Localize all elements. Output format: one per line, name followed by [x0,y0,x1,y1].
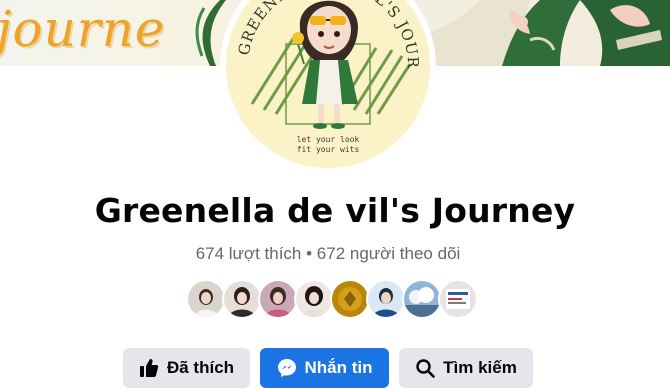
friend-avatar[interactable] [438,279,478,319]
cover-illustration [410,0,670,66]
avatar-tagline-2: fit your wits [297,145,360,154]
message-button[interactable]: Nhắn tin [260,348,389,388]
profile-avatar[interactable]: GREENELLA DE VIL'S JOURNEY let your look… [220,0,436,174]
avatar-tagline-1: let your look [297,135,360,144]
search-button[interactable]: Tìm kiếm [399,348,533,388]
page-title: Greenella de vil's Journey [94,191,576,230]
avatar-image: GREENELLA DE VIL'S JOURNEY let your look… [226,0,430,168]
friend-avatar[interactable] [258,279,298,319]
friends-avatar-list [186,279,478,319]
search-button-label: Tìm kiếm [443,358,517,377]
friend-avatar[interactable] [366,279,406,319]
message-button-label: Nhắn tin [304,358,373,377]
friend-avatar[interactable] [222,279,262,319]
cover-left-panel: journe [0,0,232,66]
friend-avatar[interactable] [330,279,370,319]
friend-avatar[interactable] [294,279,334,319]
cover-script-text: journe [0,0,166,58]
friend-avatar[interactable] [402,279,442,319]
liked-button[interactable]: Đã thích [123,348,250,388]
liked-button-label: Đã thích [166,358,235,377]
thumbs-up-icon [139,358,159,378]
search-icon [415,358,435,378]
page-stats[interactable]: 674 lượt thích • 672 người theo dõi [0,244,656,264]
messenger-icon [277,358,297,378]
friend-avatar[interactable] [186,279,226,319]
avatar-illustration: GREENELLA DE VIL'S JOURNEY let your look… [226,0,421,154]
